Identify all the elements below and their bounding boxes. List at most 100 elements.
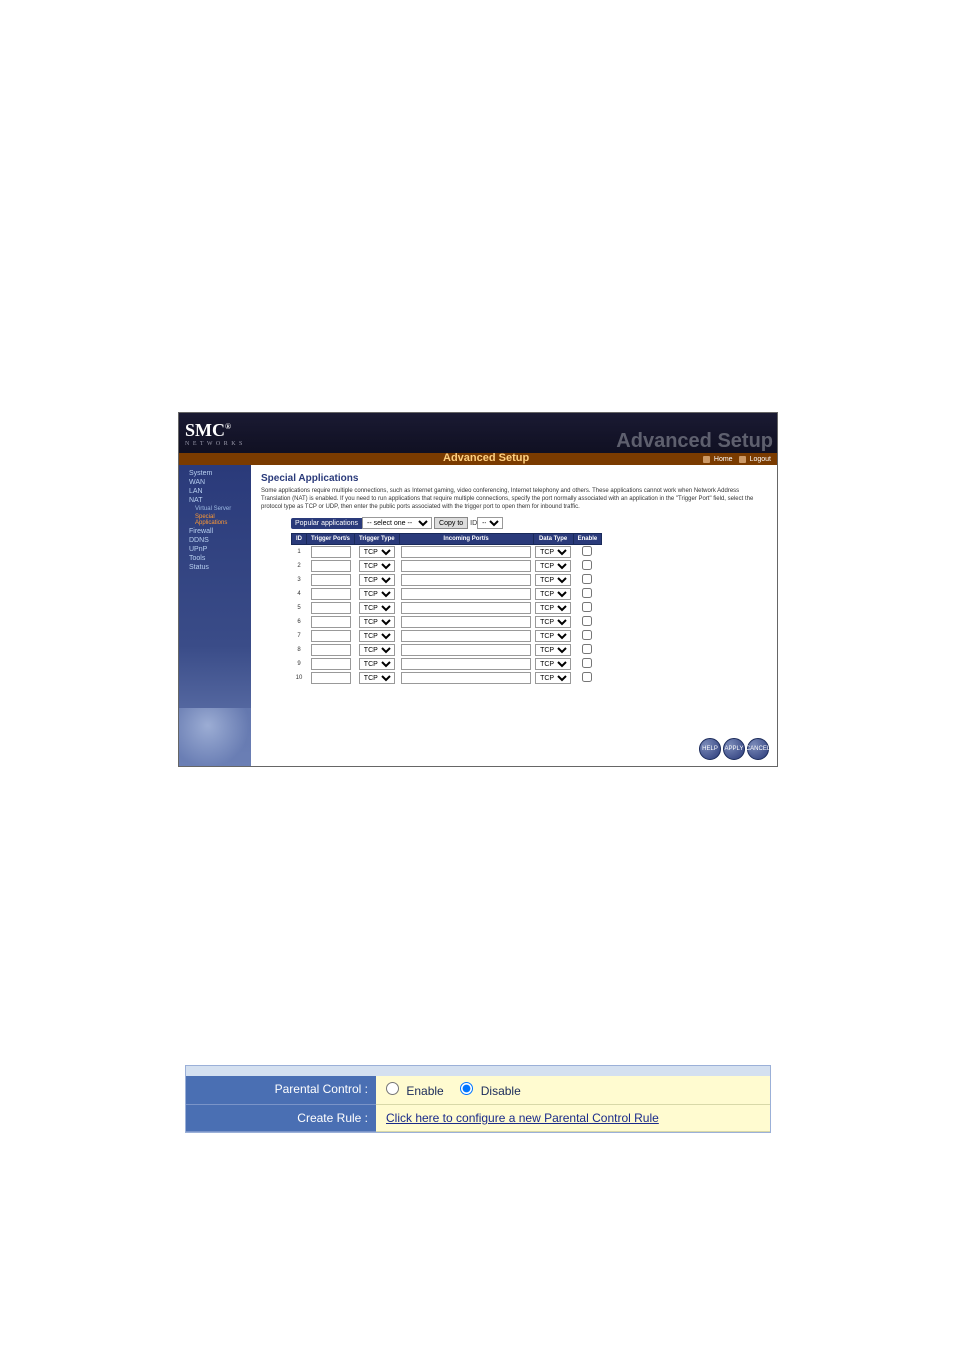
page-title-small: Advanced Setup — [443, 452, 529, 464]
trigger-port-input[interactable] — [311, 644, 351, 656]
data-type-select[interactable]: TCP — [535, 630, 571, 642]
row-id: 7 — [292, 629, 307, 643]
cancel-button[interactable]: CANCEL — [747, 738, 769, 760]
trigger-port-input[interactable] — [311, 574, 351, 586]
enable-checkbox[interactable] — [582, 644, 592, 654]
trigger-type-select[interactable]: TCP — [359, 616, 395, 628]
disable-option[interactable]: Disable — [460, 1084, 520, 1098]
trigger-port-input[interactable] — [311, 560, 351, 572]
incoming-ports-input[interactable] — [401, 602, 531, 614]
popular-apps-label: Popular applications — [291, 518, 362, 529]
sidebar-item-virtual-server[interactable]: Virtual Server — [183, 505, 247, 513]
th-incoming-ports: Incoming Port/s — [399, 534, 533, 545]
table-row: 8TCPTCP — [292, 643, 602, 657]
trigger-type-select[interactable]: TCP — [359, 588, 395, 600]
apply-button[interactable]: APPLY — [723, 738, 745, 760]
sidebar-item-nat[interactable]: NAT — [183, 496, 247, 505]
enable-checkbox[interactable] — [582, 560, 592, 570]
sidebar-item-wan[interactable]: WAN — [183, 478, 247, 487]
table-row: 6TCPTCP — [292, 615, 602, 629]
copy-to-button[interactable]: Copy to — [434, 517, 468, 529]
enable-checkbox[interactable] — [582, 574, 592, 584]
trigger-type-select[interactable]: TCP — [359, 658, 395, 670]
row-id: 10 — [292, 671, 307, 685]
table-row: 1TCPTCP — [292, 545, 602, 560]
enable-checkbox[interactable] — [582, 658, 592, 668]
enable-text: Enable — [406, 1084, 443, 1098]
sidebar-item-upnp[interactable]: UPnP — [183, 545, 247, 554]
enable-checkbox[interactable] — [582, 602, 592, 612]
logout-link[interactable]: Logout — [750, 456, 771, 463]
sidebar-item-special-applications[interactable]: Special Applications — [183, 513, 247, 527]
enable-checkbox[interactable] — [582, 672, 592, 682]
enable-checkbox[interactable] — [582, 588, 592, 598]
th-trigger-type: Trigger Type — [355, 534, 400, 545]
sidebar-item-status[interactable]: Status — [183, 563, 247, 572]
enable-option[interactable]: Enable — [386, 1084, 447, 1098]
data-type-select[interactable]: TCP — [535, 602, 571, 614]
th-id: ID — [292, 534, 307, 545]
enable-checkbox[interactable] — [582, 546, 592, 556]
data-type-select[interactable]: TCP — [535, 546, 571, 558]
incoming-ports-input[interactable] — [401, 644, 531, 656]
th-enable: Enable — [573, 534, 602, 545]
create-rule-link[interactable]: Click here to configure a new Parental C… — [386, 1111, 659, 1125]
top-banner: SMC® N E T W O R K S Advanced Setup — [179, 413, 777, 453]
data-type-select[interactable]: TCP — [535, 560, 571, 572]
data-type-select[interactable]: TCP — [535, 658, 571, 670]
data-type-select[interactable]: TCP — [535, 574, 571, 586]
table-row: 3TCPTCP — [292, 573, 602, 587]
incoming-ports-input[interactable] — [401, 658, 531, 670]
trigger-type-select[interactable]: TCP — [359, 574, 395, 586]
sidebar-item-tools[interactable]: Tools — [183, 554, 247, 563]
enable-radio[interactable] — [386, 1082, 399, 1095]
incoming-ports-input[interactable] — [401, 546, 531, 558]
data-type-select[interactable]: TCP — [535, 616, 571, 628]
title-ghost: Advanced Setup — [616, 430, 773, 452]
trigger-type-select[interactable]: TCP — [359, 602, 395, 614]
incoming-ports-input[interactable] — [401, 588, 531, 600]
home-link[interactable]: Home — [714, 456, 733, 463]
trigger-port-input[interactable] — [311, 546, 351, 558]
disable-radio[interactable] — [460, 1082, 473, 1095]
trigger-type-select[interactable]: TCP — [359, 630, 395, 642]
trigger-port-input[interactable] — [311, 658, 351, 670]
incoming-ports-input[interactable] — [401, 574, 531, 586]
enable-checkbox[interactable] — [582, 630, 592, 640]
table-row: 10 TCP TCP — [292, 671, 602, 685]
copy-index-select[interactable]: -- — [477, 517, 503, 529]
disable-text: Disable — [481, 1084, 521, 1098]
trigger-port-input[interactable] — [311, 616, 351, 628]
home-icon[interactable] — [703, 456, 710, 463]
logout-icon[interactable] — [739, 456, 746, 463]
trigger-type-select[interactable]: TCP — [359, 644, 395, 656]
incoming-ports-input[interactable] — [401, 560, 531, 572]
th-data-type: Data Type — [533, 534, 573, 545]
trigger-port-input[interactable] — [311, 602, 351, 614]
incoming-ports-input[interactable] — [401, 630, 531, 642]
trigger-port-input[interactable] — [311, 630, 351, 642]
incoming-ports-input[interactable] — [401, 672, 531, 684]
popular-apps-select[interactable]: -- select one -- — [362, 517, 432, 529]
trigger-type-select[interactable]: TCP — [359, 672, 395, 684]
data-type-select[interactable]: TCP — [535, 672, 571, 684]
create-rule-value: Click here to configure a new Parental C… — [376, 1105, 770, 1132]
trigger-type-select[interactable]: TCP — [359, 546, 395, 558]
logo-subtext: N E T W O R K S — [185, 441, 243, 447]
sidebar-item-system[interactable]: System — [183, 469, 247, 478]
table-row: 4TCPTCP — [292, 587, 602, 601]
incoming-ports-input[interactable] — [401, 616, 531, 628]
data-type-select[interactable]: TCP — [535, 644, 571, 656]
table-row: 5TCPTCP — [292, 601, 602, 615]
sidebar-item-firewall[interactable]: Firewall — [183, 527, 247, 536]
sidebar-item-ddns[interactable]: DDNS — [183, 536, 247, 545]
trigger-type-select[interactable]: TCP — [359, 560, 395, 572]
help-button[interactable]: HELP — [699, 738, 721, 760]
enable-checkbox[interactable] — [582, 616, 592, 626]
router-body: System WAN LAN NAT Virtual Server Specia… — [179, 465, 777, 766]
section-description: Some applications require multiple conne… — [261, 488, 769, 511]
trigger-port-input[interactable] — [311, 588, 351, 600]
trigger-port-input[interactable] — [311, 672, 351, 684]
sidebar-item-lan[interactable]: LAN — [183, 487, 247, 496]
data-type-select[interactable]: TCP — [535, 588, 571, 600]
